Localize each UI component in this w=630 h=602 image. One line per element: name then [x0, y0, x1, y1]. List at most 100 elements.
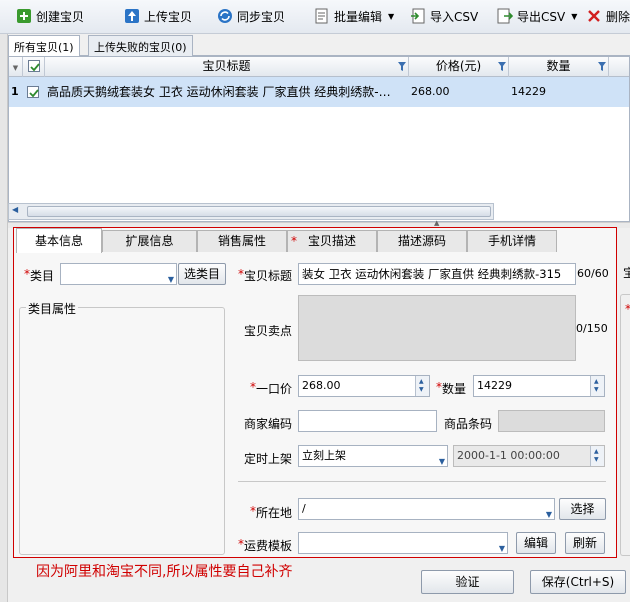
select-all-checkbox[interactable]	[27, 60, 40, 72]
refresh-shipping-button[interactable]: 刷新	[565, 532, 605, 554]
qty-label: 数量	[442, 382, 467, 396]
row-index: 1	[11, 85, 19, 98]
schedule-datetime[interactable]: 2000-1-1 00:00:00 ▲ ▼	[453, 445, 605, 467]
export-csv-button[interactable]: 导出CSV ▼	[497, 5, 577, 27]
sync-icon	[217, 8, 233, 24]
location-label: 所在地	[256, 506, 293, 520]
merchant-code-label: 商家编码	[244, 417, 293, 431]
edit-shipping-button[interactable]: 编辑	[516, 532, 556, 554]
spin-down-icon[interactable]: ▼	[594, 457, 599, 463]
price-stepper[interactable]: 268.00 ▲ ▼	[298, 375, 430, 397]
divider	[238, 481, 606, 482]
scroll-left-icon[interactable]: ◀	[12, 205, 18, 214]
chevron-down-icon: ▼	[571, 11, 578, 21]
selling-points-count: 0/150	[576, 322, 608, 335]
spin-up-icon[interactable]: ▲	[419, 379, 424, 385]
tab-basic-info[interactable]: 基本信息	[16, 228, 102, 253]
export-icon	[497, 8, 513, 24]
filter-icon[interactable]	[498, 62, 506, 71]
header-corner: ▼	[9, 57, 23, 77]
datetime-spinner[interactable]: ▲ ▼	[590, 446, 604, 466]
header-extra	[609, 57, 629, 77]
table-row[interactable]: 1 高品质天鹅绒套装女 卫衣 运动休闲套装 厂家直供 经典刺绣款-… 268.0…	[9, 77, 629, 107]
qty-stepper[interactable]: 14229 ▲ ▼	[473, 375, 605, 397]
upload-icon	[124, 8, 140, 24]
title-char-count: 60/60	[577, 267, 609, 280]
header-qty[interactable]: 数量	[509, 57, 609, 77]
category-attrs-title: 类目属性	[26, 300, 79, 317]
category-attrs-group	[19, 307, 225, 555]
choose-category-button[interactable]: 选类目	[178, 263, 226, 285]
tab-sales-attrs[interactable]: 销售属性	[197, 230, 287, 252]
left-gutter	[0, 34, 8, 602]
required-mark: *	[291, 234, 297, 248]
location-select[interactable]: / ▼	[298, 498, 555, 520]
header-title[interactable]: 宝贝标题	[45, 57, 409, 77]
batch-edit-button[interactable]: 批量编辑 ▼	[314, 5, 394, 27]
filter-icon[interactable]	[598, 62, 606, 71]
tab-upload-failed[interactable]: 上传失败的宝贝(0)	[88, 35, 193, 56]
tab-extended-info[interactable]: 扩展信息	[102, 230, 197, 252]
barcode-input[interactable]	[498, 410, 605, 432]
toolbar: 创建宝贝 上传宝贝 同步宝贝 批量编辑 ▼ 导入CSV 导出CSV ▼ 删除	[0, 0, 630, 34]
category-label: 类目	[30, 269, 55, 283]
tab-item-desc[interactable]: * 宝贝描述	[287, 230, 377, 252]
chevron-down-icon: ▼	[438, 457, 445, 466]
tab-mobile-detail[interactable]: 手机详情	[467, 230, 557, 252]
selling-points-textarea[interactable]	[298, 295, 576, 361]
tab-all-items[interactable]: 所有宝贝(1)	[8, 35, 80, 57]
title-label: 宝贝标题	[244, 269, 293, 283]
selling-points-label: 宝贝卖点	[244, 324, 293, 338]
sort-down-icon: ▼	[12, 64, 19, 72]
spin-up-icon[interactable]: ▲	[594, 449, 599, 455]
spin-down-icon[interactable]: ▼	[594, 387, 599, 393]
filter-icon[interactable]	[398, 62, 406, 71]
grid-header: ▼ 宝贝标题 价格(元) 数量	[9, 57, 629, 77]
barcode-label: 商品条码	[444, 417, 493, 431]
spin-down-icon[interactable]: ▼	[419, 387, 424, 393]
row-title: 高品质天鹅绒套装女 卫衣 运动休闲套装 厂家直供 经典刺绣款-…	[47, 85, 391, 99]
import-icon	[410, 8, 426, 24]
annotation-note: 因为阿里和淘宝不同,所以属性要自己补齐	[36, 564, 293, 580]
edit-panel: 基本信息 扩展信息 销售属性 * 宝贝描述 描述源码 手机详情 * 类目 ▼ 选…	[13, 227, 617, 558]
scrollbar-thumb[interactable]	[27, 206, 491, 217]
save-button[interactable]: 保存(Ctrl+S)	[530, 570, 626, 594]
header-checkbox-cell	[23, 57, 45, 77]
required-mark: *	[625, 302, 630, 316]
shipping-template-select[interactable]: ▼	[298, 532, 508, 554]
price-spinner[interactable]: ▲ ▼	[415, 376, 429, 396]
upload-item-button[interactable]: 上传宝贝	[124, 5, 192, 27]
delete-x-icon	[586, 8, 602, 24]
items-grid: ▼ 宝贝标题 价格(元) 数量 1 高品质天鹅绒套装女 卫衣 运动休闲套装 厂家…	[8, 56, 630, 222]
right-stub-label: 宝	[623, 266, 630, 280]
horizontal-scrollbar[interactable]: ◀	[8, 203, 494, 220]
collapse-up-icon[interactable]: ▲	[434, 219, 439, 227]
title-input[interactable]: 装女 卫衣 运动休闲套装 厂家直供 经典刺绣款-315	[298, 263, 576, 285]
merchant-code-input[interactable]	[298, 410, 437, 432]
list-tabs: 所有宝贝(1) 上传失败的宝贝(0)	[8, 34, 630, 57]
qty-spinner[interactable]: ▲ ▼	[590, 376, 604, 396]
edit-tabs: 基本信息 扩展信息 销售属性 * 宝贝描述 描述源码 手机详情	[14, 228, 616, 253]
chevron-down-icon: ▼	[388, 11, 395, 21]
import-csv-button[interactable]: 导入CSV	[410, 5, 478, 27]
chevron-down-icon: ▼	[545, 510, 552, 519]
row-checkbox[interactable]	[27, 86, 39, 98]
delete-button[interactable]: 删除	[586, 5, 630, 27]
chevron-down-icon: ▼	[167, 275, 174, 284]
schedule-label: 定时上架	[244, 452, 293, 466]
create-item-button[interactable]: 创建宝贝	[16, 5, 84, 27]
sync-item-button[interactable]: 同步宝贝	[217, 5, 285, 27]
tab-desc-source[interactable]: 描述源码	[377, 230, 467, 252]
spin-up-icon[interactable]: ▲	[594, 379, 599, 385]
plus-icon	[16, 8, 32, 24]
price-label: 一口价	[256, 382, 293, 396]
shipping-template-label: 运费模板	[244, 539, 293, 553]
schedule-select[interactable]: 立刻上架 ▼	[298, 445, 448, 467]
header-price[interactable]: 价格(元)	[409, 57, 509, 77]
category-select[interactable]: ▼	[60, 263, 177, 285]
chevron-down-icon: ▼	[498, 544, 505, 553]
choose-location-button[interactable]: 选择	[559, 498, 606, 520]
verify-button[interactable]: 验证	[421, 570, 514, 594]
batch-edit-icon	[314, 8, 330, 24]
row-qty: 14229	[511, 85, 546, 98]
